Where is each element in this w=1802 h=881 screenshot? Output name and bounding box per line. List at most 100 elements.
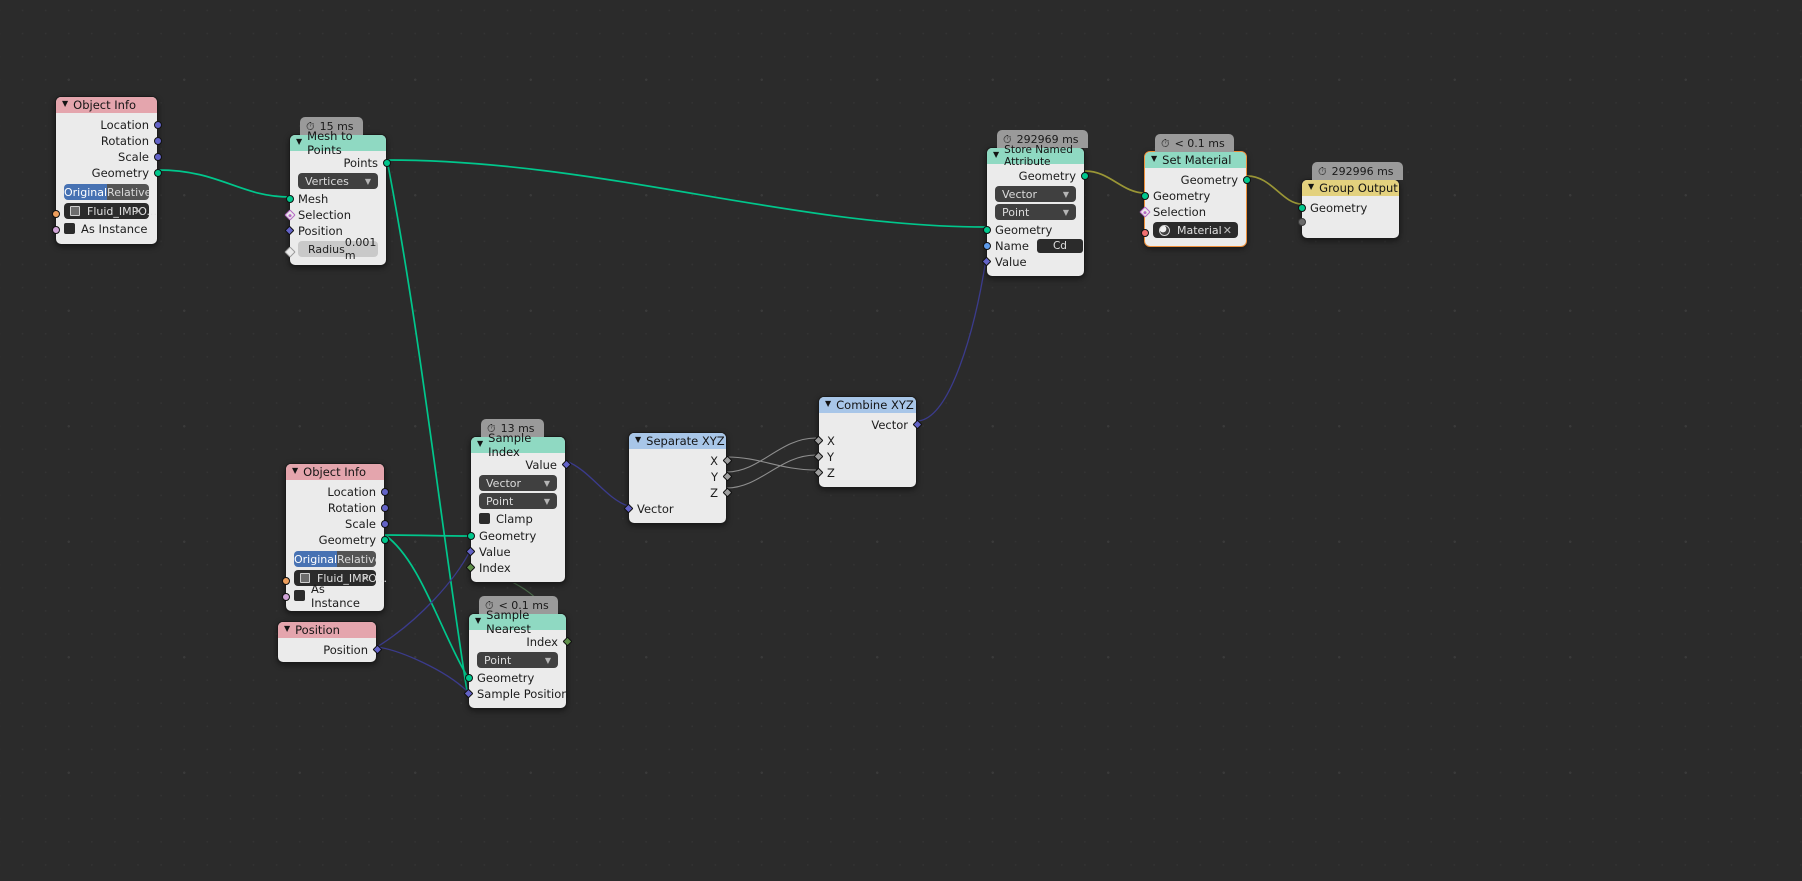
socket-points[interactable] — [382, 158, 391, 167]
socket-geometry[interactable] — [466, 531, 475, 540]
node-combine-xyz[interactable]: ▼ Combine XYZ Vector X Y Z — [813, 396, 922, 488]
toggle-relative[interactable]: Relative — [107, 184, 149, 200]
node-object-info-2[interactable]: ▼ Object Info Location Rotation Scale Ge… — [281, 463, 389, 612]
output-rotation[interactable]: Rotation — [56, 133, 162, 149]
socket-value-in[interactable] — [465, 546, 475, 557]
output-rotation[interactable]: Rotation — [286, 500, 389, 516]
socket-location[interactable] — [153, 120, 162, 129]
toggle-original[interactable]: Original — [64, 184, 108, 200]
output-y[interactable]: Y — [629, 469, 732, 485]
chevron-down-icon[interactable]: ▼ — [365, 177, 371, 186]
node-editor-canvas[interactable]: ▼ Object Info Location Rotation Scale Ge… — [0, 0, 1802, 881]
input-sample-position[interactable]: Sample Position — [463, 686, 569, 702]
node-group-output[interactable]: ⏱ 292996 ms ▼ Group Output Geometry — [1297, 162, 1403, 239]
socket-mesh[interactable] — [285, 194, 294, 203]
domain-dropdown[interactable]: Point ▼ — [477, 652, 558, 668]
node-separate-xyz[interactable]: ▼ Separate XYZ X Y Z Vector — [623, 432, 732, 524]
node-header[interactable]: ▼ Object Info — [286, 464, 384, 480]
input-geometry[interactable]: Geometry — [982, 222, 1084, 238]
transform-space-toggle[interactable]: Original Relative — [294, 551, 376, 567]
close-icon[interactable]: ✕ — [134, 205, 143, 218]
socket-rotation[interactable] — [153, 136, 162, 145]
input-geometry[interactable]: Geometry — [1297, 200, 1399, 216]
chevron-down-icon[interactable]: ▼ — [1151, 155, 1157, 163]
toggle-original[interactable]: Original — [294, 551, 338, 567]
socket-y[interactable] — [722, 471, 732, 482]
socket-geometry-in[interactable] — [1140, 191, 1149, 200]
socket-geometry-out[interactable] — [1080, 171, 1089, 180]
object-selector[interactable]: Fluid_IMPO... ✕ — [64, 203, 157, 219]
output-index[interactable]: Index — [469, 634, 572, 650]
output-location[interactable]: Location — [56, 117, 162, 133]
input-y[interactable]: Y — [813, 449, 916, 465]
input-new-socket[interactable] — [1297, 216, 1399, 228]
socket-selection[interactable] — [1138, 205, 1151, 218]
radius-field[interactable]: Radius 0.001 m — [298, 236, 378, 262]
output-value[interactable]: Value — [471, 457, 571, 473]
chevron-down-icon[interactable]: ▼ — [635, 436, 641, 444]
name-field[interactable]: Cd — [1036, 239, 1083, 253]
chevron-down-icon[interactable]: ▼ — [62, 100, 68, 108]
output-scale[interactable]: Scale — [56, 149, 162, 165]
checkbox-icon[interactable] — [479, 513, 490, 524]
node-header[interactable]: ▼ Position — [278, 622, 376, 638]
data-type-dropdown[interactable]: Vector ▼ — [479, 475, 557, 491]
socket-vector-out[interactable] — [912, 419, 922, 430]
input-geometry[interactable]: Geometry — [464, 670, 566, 686]
socket-name[interactable] — [982, 241, 991, 250]
socket-sample-position[interactable] — [463, 688, 473, 699]
socket-material[interactable] — [1140, 228, 1149, 237]
checkbox-icon[interactable] — [294, 590, 305, 601]
socket-geometry[interactable] — [380, 535, 389, 544]
mode-dropdown[interactable]: Vertices ▼ — [298, 173, 378, 189]
node-header[interactable]: ▼ Combine XYZ — [819, 397, 916, 413]
node-object-info-1[interactable]: ▼ Object Info Location Rotation Scale Ge… — [51, 96, 162, 245]
socket-index-out[interactable] — [562, 636, 572, 647]
node-header[interactable]: ▼ Group Output — [1302, 180, 1399, 196]
material-selector[interactable]: Material ✕ — [1153, 222, 1238, 238]
domain-dropdown[interactable]: Point ▼ — [479, 493, 557, 509]
input-geometry[interactable]: Geometry — [1140, 188, 1246, 204]
socket-x[interactable] — [722, 455, 732, 466]
as-instance-checkbox[interactable]: As Instance — [294, 582, 376, 610]
output-geometry[interactable]: Geometry — [1145, 172, 1251, 188]
output-location[interactable]: Location — [286, 484, 389, 500]
node-mesh-to-points[interactable]: ⏱ 15 ms ▼ Mesh to Points Points Vertices… — [283, 117, 391, 266]
node-set-material[interactable]: ⏱ < 0.1 ms ▼ Set Material Geometry Geome… — [1138, 134, 1251, 247]
socket-value[interactable] — [981, 256, 991, 267]
socket-geometry-in[interactable] — [982, 225, 991, 234]
output-position[interactable]: Position — [278, 642, 382, 658]
socket-value-out[interactable] — [561, 459, 571, 470]
socket-geometry[interactable] — [153, 168, 162, 177]
socket-z[interactable] — [722, 487, 732, 498]
node-header[interactable]: ▼ Set Material — [1145, 152, 1246, 168]
node-header[interactable]: ▼ Separate XYZ — [629, 433, 726, 449]
input-geometry[interactable]: Geometry — [466, 528, 565, 544]
chevron-down-icon[interactable]: ▼ — [1063, 190, 1069, 199]
input-value[interactable]: Value — [465, 544, 565, 560]
chevron-down-icon[interactable]: ▼ — [825, 400, 831, 408]
socket-index[interactable] — [465, 562, 475, 573]
chevron-down-icon[interactable]: ▼ — [545, 656, 551, 665]
socket-x[interactable] — [813, 435, 823, 446]
input-vector[interactable]: Vector — [623, 501, 726, 517]
chevron-down-icon[interactable]: ▼ — [292, 467, 298, 475]
node-position[interactable]: ▼ Position Position — [277, 621, 382, 663]
socket-scale[interactable] — [153, 152, 162, 161]
socket-radius[interactable] — [283, 245, 296, 258]
chevron-down-icon[interactable]: ▼ — [477, 440, 483, 448]
input-selection[interactable]: Selection — [1138, 204, 1246, 220]
output-z[interactable]: Z — [629, 485, 732, 501]
socket-position[interactable] — [372, 644, 382, 655]
output-geometry[interactable]: Geometry — [987, 168, 1089, 184]
output-geometry[interactable]: Geometry — [56, 165, 162, 181]
checkbox-icon[interactable] — [64, 223, 75, 234]
socket-position[interactable] — [284, 225, 294, 236]
output-vector[interactable]: Vector — [819, 417, 922, 433]
input-name[interactable]: Name Cd — [982, 238, 1084, 254]
socket-geometry-out[interactable] — [1242, 175, 1251, 184]
chevron-down-icon[interactable]: ▼ — [1063, 208, 1069, 217]
socket-geometry[interactable] — [1297, 203, 1306, 212]
socket-rotation[interactable] — [380, 503, 389, 512]
output-x[interactable]: X — [629, 453, 732, 469]
